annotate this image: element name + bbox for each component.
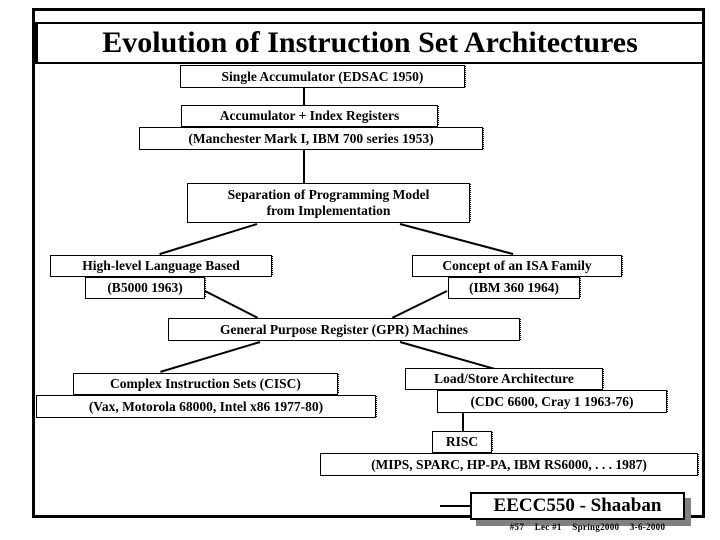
flow-node-label-line1: Separation of Programming Model bbox=[227, 187, 430, 203]
flow-node-label: (IBM 360 1964) bbox=[469, 280, 559, 296]
flow-node-concept-of-isa-family: Concept of an ISA Family bbox=[412, 255, 623, 277]
page-title: Evolution of Instruction Set Architectur… bbox=[102, 26, 638, 59]
flow-node-label: Accumulator + Index Registers bbox=[219, 108, 400, 124]
flow-node-cdc-cray: (CDC 6600, Cray 1 1963-76) bbox=[437, 390, 668, 413]
connector-single-to-accumulator bbox=[303, 88, 305, 105]
flow-node-label: General Purpose Register (GPR) Machines bbox=[220, 321, 468, 337]
flow-node-load-store-architecture: Load/Store Architecture bbox=[405, 368, 604, 390]
footer-lecture: Lec #1 bbox=[534, 522, 562, 532]
flow-node-manchester-ibm700: (Manchester Mark I, IBM 700 series 1953) bbox=[139, 127, 484, 150]
slide-title-bar: Evolution of Instruction Set Architectur… bbox=[35, 22, 702, 64]
flow-node-label: High-level Language Based bbox=[82, 258, 240, 274]
flow-node-mips-sparc-hppa-rs6000: (MIPS, SPARC, HP-PA, IBM RS6000, . . . 1… bbox=[320, 453, 699, 476]
footer-badge: EECC550 - Shaaban bbox=[470, 492, 685, 520]
connector-loadstore-to-risc bbox=[462, 413, 464, 431]
footer-date: 3-6-2000 bbox=[629, 522, 666, 532]
flow-node-ibm-360-1964: (IBM 360 1964) bbox=[448, 277, 581, 299]
flow-node-label: (CDC 6600, Cray 1 1963-76) bbox=[470, 393, 634, 409]
connector-manchester-to-separation bbox=[303, 150, 305, 183]
footer-slide-number: #57 bbox=[509, 522, 525, 532]
footer-term: Spring2000 bbox=[572, 522, 620, 532]
flow-node-high-level-language-based: High-level Language Based bbox=[50, 255, 273, 277]
flow-node-label: Complex Instruction Sets (CISC) bbox=[110, 376, 301, 392]
flow-node-risc: RISC bbox=[432, 431, 493, 453]
slide-canvas: Evolution of Instruction Set Architectur… bbox=[0, 0, 720, 540]
flow-node-label: Single Accumulator (EDSAC 1950) bbox=[221, 68, 424, 84]
flow-node-b5000-1963: (B5000 1963) bbox=[85, 277, 206, 299]
flow-node-complex-instruction-sets-cisc: Complex Instruction Sets (CISC) bbox=[73, 373, 339, 395]
flow-node-label: (B5000 1963) bbox=[107, 280, 183, 296]
flow-node-label: (MIPS, SPARC, HP-PA, IBM RS6000, . . . 1… bbox=[371, 456, 647, 472]
flow-node-accumulator-index-registers: Accumulator + Index Registers bbox=[181, 105, 439, 127]
flow-node-label: RISC bbox=[445, 434, 479, 450]
flow-node-label-line2: from Implementation bbox=[266, 203, 391, 218]
footer-metadata: #57 Lec #1 Spring2000 3-6-2000 bbox=[470, 522, 705, 532]
flow-node-separation-of-programming-model: Separation of Programming Model from Impl… bbox=[187, 183, 471, 223]
footer-badge-label: EECC550 - Shaaban bbox=[493, 495, 662, 516]
flow-node-single-accumulator: Single Accumulator (EDSAC 1950) bbox=[180, 65, 466, 88]
flow-node-label: (Manchester Mark I, IBM 700 series 1953) bbox=[188, 130, 434, 146]
flow-node-gpr-machines: General Purpose Register (GPR) Machines bbox=[168, 318, 521, 341]
flow-node-label: (Vax, Motorola 68000, Intel x86 1977-80) bbox=[88, 398, 324, 414]
flow-node-label: Concept of an ISA Family bbox=[442, 258, 592, 274]
flow-node-vax-motorola-intel: (Vax, Motorola 68000, Intel x86 1977-80) bbox=[36, 395, 377, 418]
flow-node-label: Load/Store Architecture bbox=[434, 371, 574, 387]
